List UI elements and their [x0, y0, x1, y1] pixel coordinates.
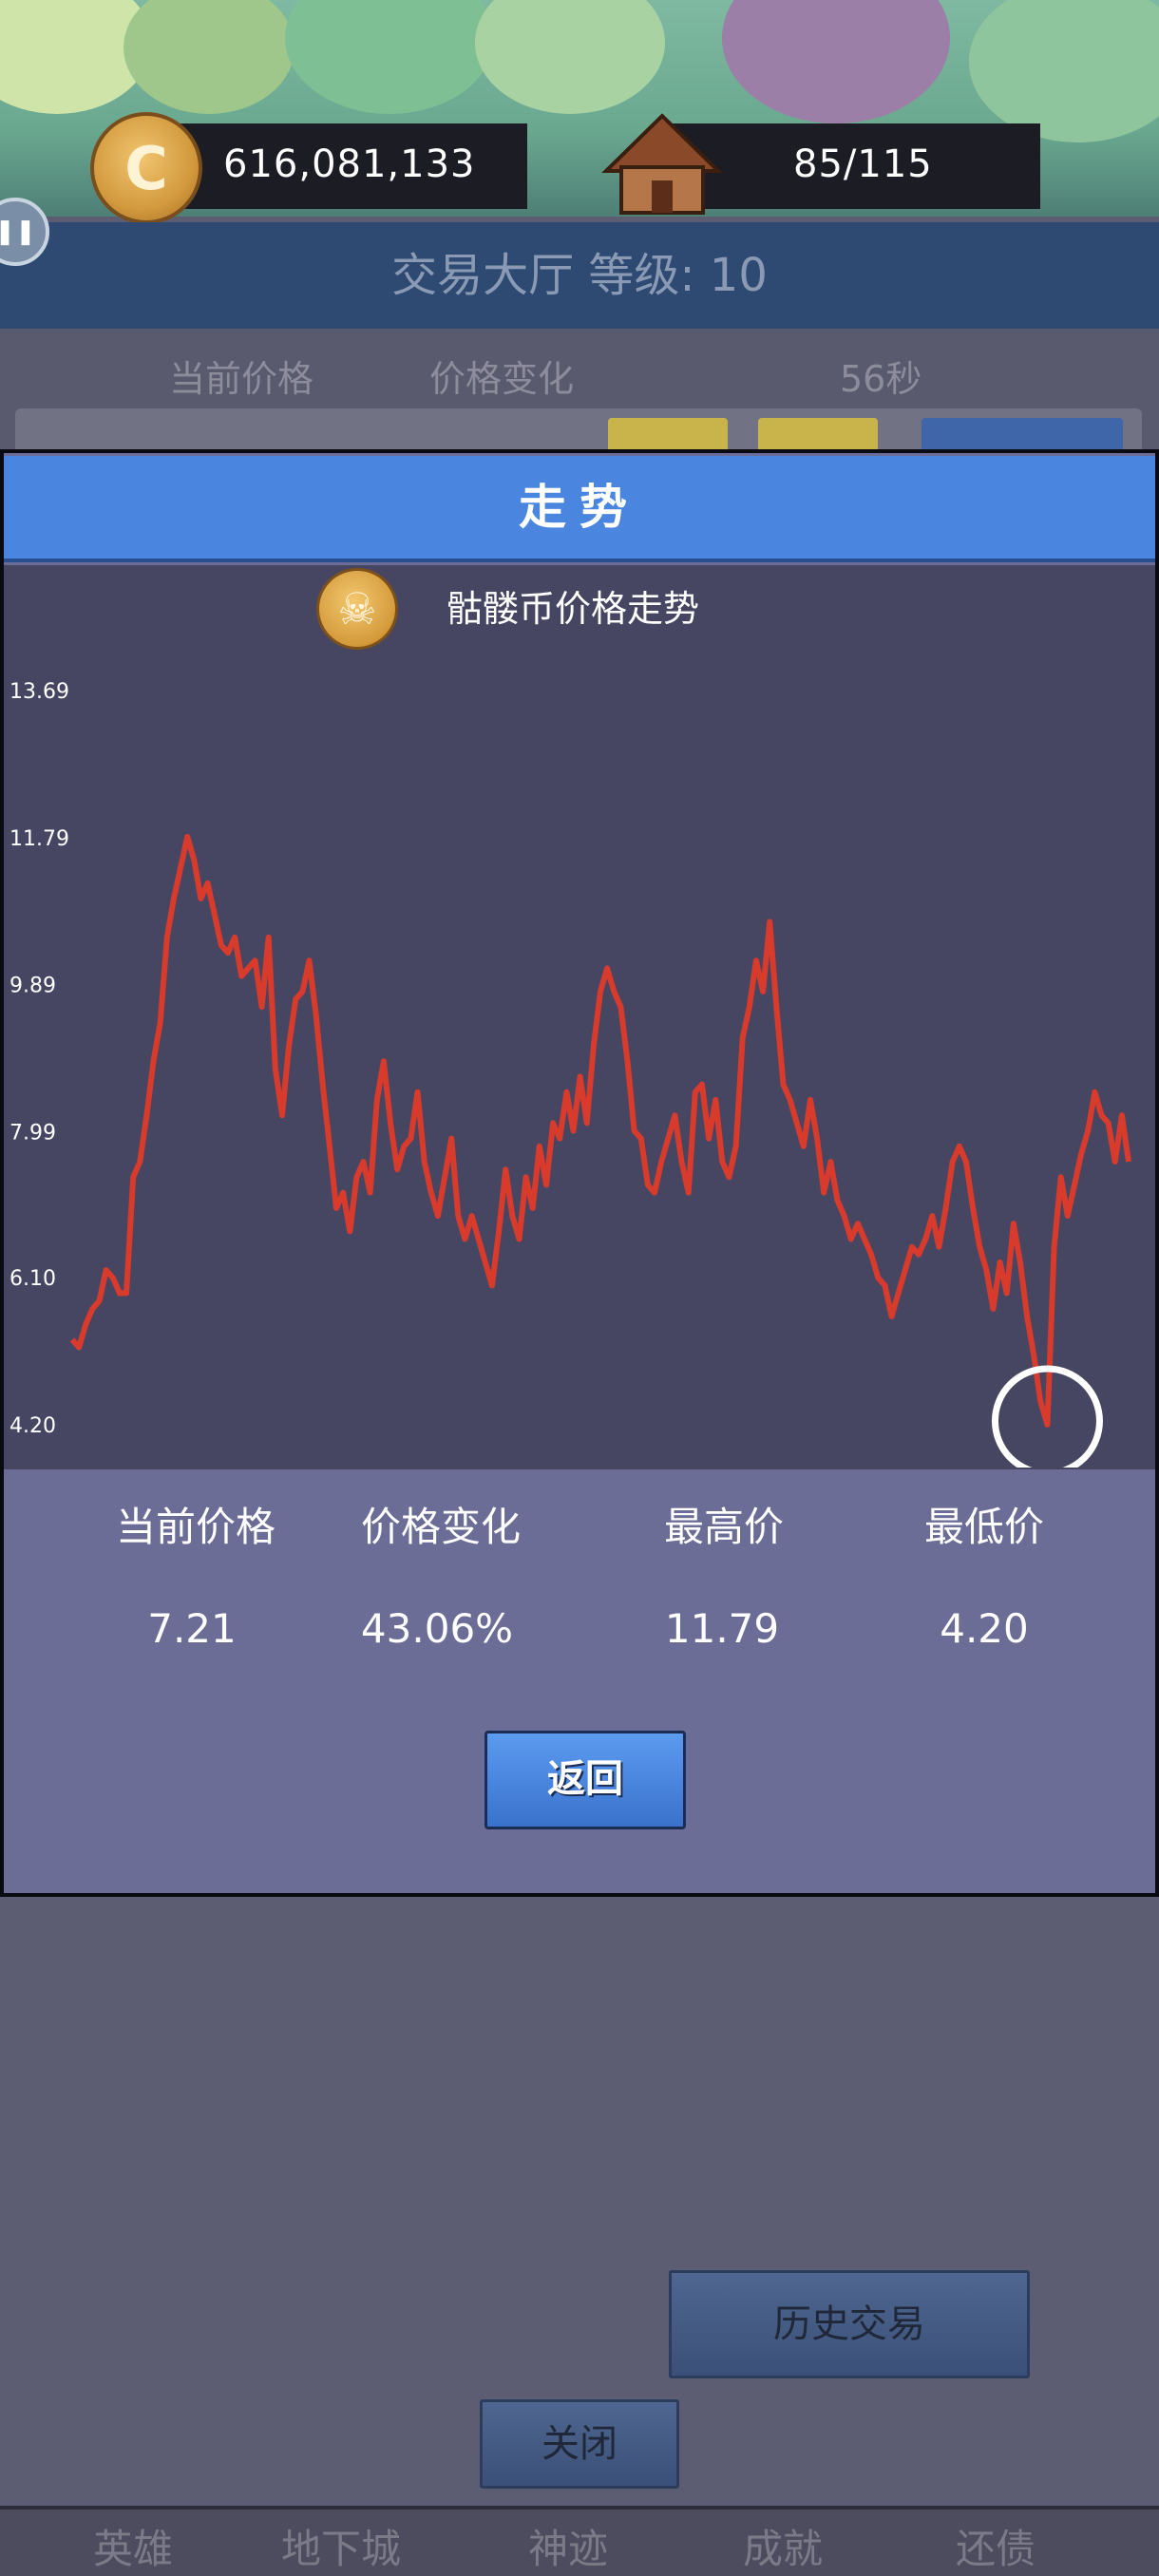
y-tick-label: 13.69 — [10, 680, 69, 704]
price-line — [69, 833, 1131, 1428]
tree-decoration — [722, 0, 950, 123]
y-tick-label: 7.99 — [10, 1121, 56, 1145]
hall-timer: 56秒 — [840, 358, 922, 400]
dialog-title: 走势 — [519, 480, 640, 535]
stat-label-change: 价格变化 — [360, 1504, 521, 1550]
capacity-count: 85/115 — [793, 142, 933, 186]
house-icon — [601, 113, 723, 215]
nav-heroes[interactable]: 英雄 — [93, 2517, 173, 2575]
hall-title: 交易大厅 等级: 10 — [391, 249, 768, 302]
y-tick-label: 4.20 — [10, 1414, 56, 1438]
price-chart: 13.69 11.79 9.89 7.99 6.10 4.20 — [10, 680, 1131, 1468]
stat-label-low: 最低价 — [923, 1504, 1044, 1550]
skull-coin-icon: ☠ — [316, 568, 398, 650]
nav-achievements[interactable]: 成就 — [743, 2517, 823, 2575]
nav-dungeon[interactable]: 地下城 — [281, 2517, 401, 2575]
back-button[interactable]: 返回 — [484, 1731, 686, 1829]
coin-symbol: C — [124, 133, 168, 203]
tree-decoration — [124, 0, 294, 114]
hall-column-price: 当前价格 — [169, 358, 314, 400]
nav-miracle[interactable]: 神迹 — [528, 2517, 608, 2575]
stat-value-change: 43.06% — [360, 1605, 514, 1652]
nav-repay-debt[interactable]: 还债 — [956, 2517, 1036, 2575]
hall-buy-button[interactable] — [608, 418, 728, 452]
close-button[interactable]: 关闭 — [480, 2399, 679, 2489]
chart-title: 骷髅币价格走势 — [446, 588, 700, 630]
y-tick-label: 6.10 — [10, 1267, 56, 1291]
tree-decoration — [475, 0, 665, 114]
stat-value-high: 11.79 — [664, 1605, 780, 1652]
hall-trend-button[interactable] — [922, 418, 1123, 452]
gold-coin-icon: C — [90, 112, 202, 224]
y-tick-label: 9.89 — [10, 975, 56, 998]
stat-value-current: 7.21 — [147, 1605, 237, 1652]
stat-label-current: 当前价格 — [115, 1504, 276, 1550]
gold-amount: 616,081,133 — [223, 142, 476, 186]
y-tick-label: 11.79 — [10, 827, 69, 851]
hall-column-change: 价格变化 — [429, 358, 575, 400]
stat-label-high: 最高价 — [663, 1504, 784, 1550]
tree-decoration — [969, 0, 1159, 142]
history-trades-button[interactable]: 历史交易 — [669, 2270, 1030, 2378]
tree-decoration — [285, 0, 494, 114]
stat-value-low: 4.20 — [940, 1605, 1029, 1652]
hall-sell-button[interactable] — [758, 418, 878, 452]
